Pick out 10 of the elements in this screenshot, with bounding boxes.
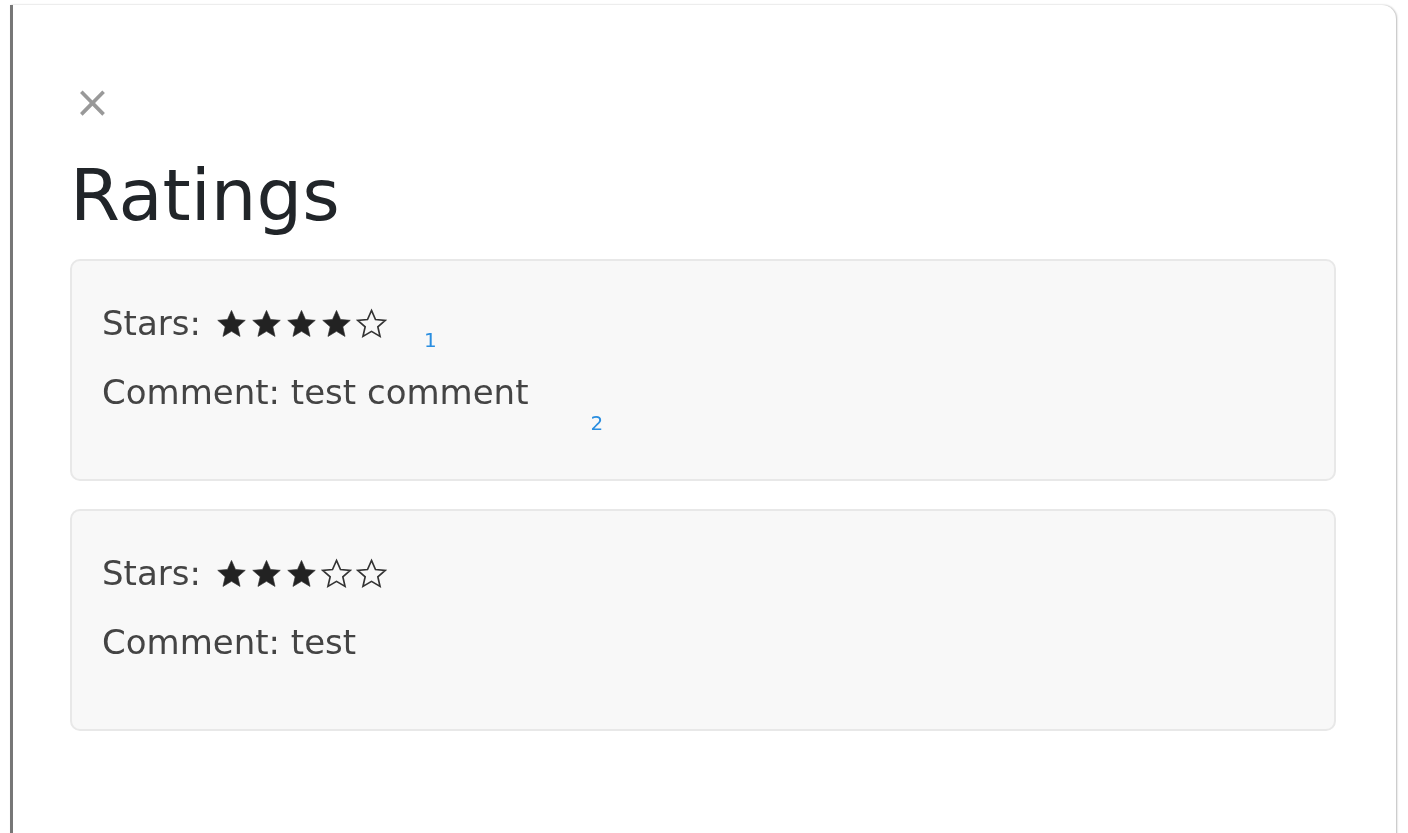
close-button[interactable]: × xyxy=(70,80,115,124)
annotation-number: 2 xyxy=(590,410,604,435)
stars-label: Stars: xyxy=(102,303,201,344)
empty-star-icon xyxy=(354,306,388,340)
empty-star-icon xyxy=(319,556,353,590)
annotation-number: 1 xyxy=(423,327,437,352)
stars-label: Stars: xyxy=(102,553,201,594)
comment-text: Comment: test xyxy=(102,621,357,663)
comment-text: Comment: test comment xyxy=(102,371,529,413)
empty-star-icon xyxy=(354,556,388,590)
